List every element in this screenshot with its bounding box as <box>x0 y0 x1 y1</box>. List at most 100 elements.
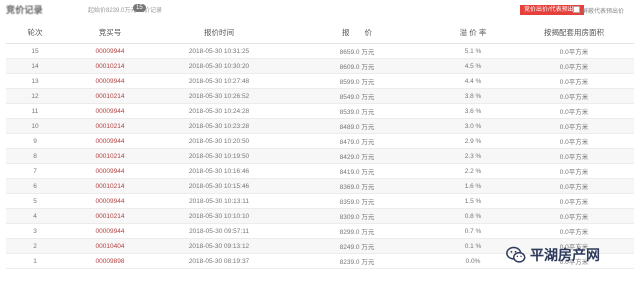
table-row: 8 00010214 2018-05-30 10:19:50 8429.0 万元 2.3… <box>6 149 634 164</box>
cell-round: 4 <box>33 212 37 220</box>
cell-area: 0.0平方米 <box>559 109 589 116</box>
cell-round: 1 <box>33 257 37 265</box>
cell-time: 2018-05-30 10:30:20 <box>188 62 250 70</box>
cell-bidder: 00009944 <box>95 47 125 55</box>
cell-premium: 1.6 % <box>464 182 482 190</box>
cell-price: 8599.0 万元 <box>339 79 375 86</box>
cell-area: 0.0平方米 <box>559 124 589 131</box>
cell-bidder: 00009944 <box>95 107 125 115</box>
cell-premium: 2.9 % <box>464 137 482 145</box>
cell-premium: 0.1 % <box>464 242 482 250</box>
cell-round: 5 <box>33 197 37 205</box>
cell-price: 8609.0 万元 <box>339 64 375 71</box>
cell-area: 0.0平方米 <box>559 139 589 146</box>
cell-round: 10 <box>31 122 39 130</box>
table-row: 10 00010214 2018-05-30 10:23:28 8489.0 万元 3.… <box>6 119 634 134</box>
cell-premium: 1.5 % <box>464 197 482 205</box>
table-row: 7 00009944 2018-05-30 10:16:46 8419.0 万元 2.2… <box>6 164 634 179</box>
cell-bidder: 00009944 <box>95 197 125 205</box>
record-count-badge: 15 <box>133 4 146 12</box>
cell-premium: 0.0% <box>465 257 481 265</box>
cell-premium: 4.4 % <box>464 77 482 85</box>
cell-time: 2018-05-30 10:27:48 <box>188 77 250 85</box>
cell-time: 2018-05-30 10:10:10 <box>188 212 250 220</box>
cell-area: 0.0平方米 <box>559 214 589 221</box>
cell-time: 2018-05-30 09:13:12 <box>188 242 250 250</box>
cell-time: 2018-05-30 09:57:11 <box>189 227 249 235</box>
cell-area: 0.0平方米 <box>559 199 589 206</box>
header-round: 轮次 <box>27 28 43 37</box>
cell-round: 12 <box>31 92 39 100</box>
hide-proxy-label: 屏蔽代表预出价 <box>582 9 625 15</box>
cell-premium: 2.2 % <box>464 167 482 175</box>
header-area: 按揭配套用房面积 <box>544 28 604 37</box>
cell-price: 8479.0 万元 <box>339 139 375 146</box>
cell-time: 2018-05-30 10:19:50 <box>188 152 250 160</box>
cell-time: 2018-05-30 10:24:28 <box>188 107 250 115</box>
header-bidder: 竞买号 <box>98 28 122 37</box>
cell-premium: 0.7 % <box>464 227 482 235</box>
cell-bidder: 00010214 <box>95 182 125 190</box>
cell-time: 2018-05-30 10:15:46 <box>188 182 250 190</box>
cell-price: 8539.0 万元 <box>339 109 375 116</box>
table-row: 6 00010214 2018-05-30 10:15:46 8369.0 万元 1.6… <box>6 179 634 194</box>
hide-proxy-checkbox[interactable] <box>573 6 580 13</box>
table-row: 5 00009944 2018-05-30 10:13:11 8359.0 万元 1.5… <box>6 194 634 209</box>
table-row: 14 00010214 2018-05-30 10:30:20 8609.0 万元 4.… <box>6 59 634 74</box>
cell-area: 0.0平方米 <box>559 229 589 236</box>
cell-price: 8549.0 万元 <box>339 94 375 101</box>
table-row: 4 00010214 2018-05-30 10:10:10 8309.0 万元 0.8… <box>6 209 634 224</box>
cell-time: 2018-05-30 10:23:28 <box>188 122 250 130</box>
watermark-text: 平湖房产网 <box>530 248 600 264</box>
cell-area: 0.0平方米 <box>559 184 589 191</box>
table-row: 15 00009944 2018-05-30 10:31:25 8659.0 万元 5.… <box>6 44 634 59</box>
cell-premium: 2.3 % <box>464 152 482 160</box>
cell-bidder: 00009944 <box>95 77 125 85</box>
table-row: 3 00009944 2018-05-30 09:57:11 8299.0 万元 0.7… <box>6 224 634 239</box>
start-price-info: 起始价8239.0万元 出价记录 <box>88 8 163 14</box>
cell-bidder: 00009944 <box>95 167 125 175</box>
cell-price: 8659.0 万元 <box>339 49 375 56</box>
cell-premium: 3.6 % <box>464 107 482 115</box>
table-body: 15 00009944 2018-05-30 10:31:25 8659.0 万元 5.… <box>6 44 634 269</box>
cell-price: 8359.0 万元 <box>339 199 375 206</box>
table-row: 12 00010214 2018-05-30 10:26:52 8549.0 万元 3.… <box>6 89 634 104</box>
cell-area: 0.0平方米 <box>559 154 589 161</box>
cell-round: 7 <box>33 167 37 175</box>
cell-premium: 4.5 % <box>464 62 482 70</box>
cell-round: 2 <box>33 242 37 250</box>
cell-round: 14 <box>31 62 39 70</box>
bid-record-table: 轮次 竞买号 报价时间 报 价 溢 价 率 按揭配套用房面积 15 0000994… <box>6 22 634 269</box>
cell-area: 0.0平方米 <box>559 64 589 71</box>
cell-area: 0.0平方米 <box>559 49 589 56</box>
top-bar: 竞价记录 起始价8239.0万元 出价记录 15 竞价出价/代表预出价 屏蔽代表… <box>0 0 640 18</box>
cell-price: 8369.0 万元 <box>339 184 375 191</box>
cell-premium: 3.0 % <box>464 122 482 130</box>
cell-price: 8429.0 万元 <box>339 154 375 161</box>
cell-price: 8249.0 万元 <box>339 244 375 251</box>
cell-time: 2018-05-30 10:26:52 <box>188 92 250 100</box>
cell-area: 0.0平方米 <box>559 79 589 86</box>
cell-bidder: 00010214 <box>95 62 125 70</box>
header-premium: 溢 价 率 <box>459 28 487 37</box>
cell-price: 8299.0 万元 <box>339 229 375 236</box>
cell-area: 0.0平方米 <box>559 94 589 101</box>
table-header: 轮次 竞买号 报价时间 报 价 溢 价 率 按揭配套用房面积 <box>6 22 634 44</box>
cell-bidder: 00010404 <box>95 242 125 250</box>
cell-time: 2018-05-30 10:16:46 <box>188 167 250 175</box>
watermark: 平湖房产网 <box>505 244 600 266</box>
cell-price: 8239.0 万元 <box>339 259 375 266</box>
cell-area: 0.0平方米 <box>559 169 589 176</box>
cell-bidder: 00010214 <box>95 152 125 160</box>
cell-price: 8489.0 万元 <box>339 124 375 131</box>
header-price: 报 价 <box>342 28 372 37</box>
cell-time: 2018-05-30 10:20:50 <box>188 137 250 145</box>
cell-round: 6 <box>33 182 37 190</box>
cell-premium: 0.8 % <box>464 212 482 220</box>
page-title: 竞价记录 <box>6 5 43 15</box>
cell-bidder: 00009944 <box>95 137 125 145</box>
cell-round: 13 <box>31 77 39 85</box>
cell-premium: 3.8 % <box>464 92 482 100</box>
table-row: 11 00009944 2018-05-30 10:24:28 8539.0 万元 3.… <box>6 104 634 119</box>
cell-price: 8419.0 万元 <box>339 169 375 176</box>
